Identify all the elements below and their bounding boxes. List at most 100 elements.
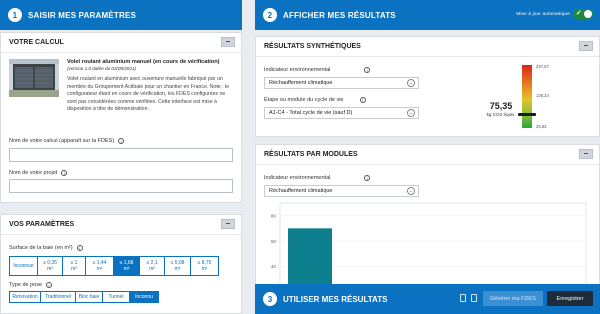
bay-option[interactable]: Inconnue — [9, 256, 38, 276]
synth-value: 75,35 — [489, 101, 513, 111]
params-title: VOS PARAMÈTRES – — [1, 215, 241, 235]
pose-option[interactable]: Tunnel — [102, 291, 130, 303]
pose-type-selector: Rénovation Traditionnel Bloc baie Tunnel Inc… — [9, 291, 159, 303]
bay-option-unit: m² — [96, 266, 103, 272]
info-icon[interactable]: i — [76, 245, 83, 251]
bay-option-unit: m² — [174, 266, 181, 272]
synth-stage-value: A1-C4 - Total cycle de vie (sauf D) — [269, 110, 353, 116]
bay-option[interactable]: ≤ 1,44 m² — [85, 256, 114, 276]
chevron-down-icon: ⌄ — [407, 187, 415, 195]
project-name-label: Nom de votre projet i — [9, 170, 68, 176]
step1-header: 1 SAISIR MES PARAMÈTRES — [0, 0, 242, 30]
calc-name-input[interactable] — [9, 148, 233, 162]
calc-name-label: Nom de votre calcul (apparaît sur la FDE… — [9, 138, 125, 144]
modules-collapse-button[interactable]: – — [579, 149, 593, 159]
step3-number: 3 — [263, 292, 277, 306]
params-collapse-button[interactable]: – — [221, 219, 235, 229]
document-lock-icon[interactable] — [471, 294, 477, 302]
synth-title-text: RÉSULTATS SYNTHÉTIQUES — [264, 43, 361, 50]
pose-label-text: Type de pose — [9, 282, 43, 288]
bay-label-text: Surface de la baie (en m²) — [9, 245, 73, 251]
info-icon[interactable]: i — [359, 97, 366, 103]
bay-option[interactable]: ≤ 2,1 m² — [139, 256, 165, 276]
bay-option[interactable]: ≤ 5,08 m² — [164, 256, 191, 276]
synth-indicator-label: Indicateur environnemental i — [264, 67, 371, 73]
bay-option-unit: m² — [71, 266, 77, 272]
modules-indicator-value: Réchauffement climatique — [269, 188, 333, 194]
bay-surface-selector: Inconnue ≤ 0,35 m² ≤ 1 m² ≤ 1,44 m² ≤ 1,68 m² ≤ 2… — [9, 256, 219, 276]
synth-card: RÉSULTATS SYNTHÉTIQUES – Indicateur envi… — [255, 36, 600, 137]
project-name-input[interactable] — [9, 179, 233, 193]
step3-bar: 3 UTILISER MES RÉSULTATS Générer ma FDES… — [255, 284, 600, 314]
modules-indicator-select[interactable]: Réchauffement climatique ⌄ — [264, 185, 419, 197]
product-info: Volet roulant aluminium manuel (en cours… — [67, 59, 235, 114]
y-tick-label: 80 — [271, 213, 277, 218]
calc-collapse-button[interactable]: – — [221, 37, 235, 47]
pose-option[interactable]: Inconnu — [129, 291, 159, 303]
check-icon: ✓ — [575, 10, 582, 17]
params-title-text: VOS PARAMÈTRES — [9, 221, 75, 228]
bay-option-unit: m² — [123, 266, 130, 272]
info-icon[interactable]: i — [364, 67, 371, 73]
step2-title: AFFICHER MES RÉSULTATS — [283, 10, 396, 20]
bay-option[interactable]: ≤ 1 m² — [62, 256, 86, 276]
modules-indicator-label-text: Indicateur environnemental — [264, 175, 331, 181]
synth-indicator-select[interactable]: Réchauffement climatique ⌄ — [264, 77, 419, 89]
pose-option[interactable]: Rénovation — [9, 291, 41, 303]
chevron-down-icon: ⌄ — [407, 79, 415, 87]
calc-name-label-text: Nom de votre calcul (apparaît sur la FDE… — [9, 138, 115, 144]
info-icon[interactable]: i — [364, 175, 371, 181]
bay-option-value: Inconnue — [13, 263, 34, 269]
gauge-top-label: 237,57 — [536, 64, 549, 69]
synth-stage-label-text: Étape ou module du cycle de vie — [264, 97, 344, 103]
modules-title-text: RÉSULTATS PAR MODULES — [264, 151, 358, 158]
chevron-down-icon: ⌄ — [407, 109, 415, 117]
product-image — [9, 59, 59, 97]
info-icon[interactable]: i — [46, 282, 53, 288]
auto-update-label: Mise à jour automatique — [516, 11, 570, 16]
synth-collapse-button[interactable]: – — [579, 41, 593, 51]
step1-title: SAISIR MES PARAMÈTRES — [28, 10, 137, 20]
params-card: VOS PARAMÈTRES – Surface de la baie (en … — [0, 214, 242, 314]
product-description: Volet roulant en aluminium avec ouvertur… — [67, 76, 230, 112]
step2-number: 2 — [263, 8, 277, 22]
gauge-marker — [518, 112, 536, 116]
pose-label: Type de pose i — [9, 282, 53, 288]
synth-stage-select[interactable]: A1-C4 - Total cycle de vie (sauf D) ⌄ — [264, 107, 419, 119]
document-icon[interactable] — [460, 294, 466, 302]
pose-option[interactable]: Traditionnel — [40, 291, 76, 303]
gauge-bottom-label: 29,63 — [536, 124, 547, 129]
info-icon[interactable]: i — [61, 170, 68, 176]
pose-option[interactable]: Bloc baie — [75, 291, 103, 303]
y-tick-label: 40 — [271, 264, 277, 269]
step2-header: 2 AFFICHER MES RÉSULTATS Mise à jour aut… — [255, 0, 600, 30]
synth-indicator-value: Réchauffement climatique — [269, 80, 333, 86]
synth-indicator-label-text: Indicateur environnemental — [264, 67, 331, 73]
info-icon[interactable]: i — [118, 138, 125, 144]
synth-title: RÉSULTATS SYNTHÉTIQUES – — [256, 37, 599, 57]
right-column: 2 AFFICHER MES RÉSULTATS Mise à jour aut… — [255, 0, 600, 314]
bay-option-unit: m² — [201, 266, 208, 272]
modules-indicator-label: Indicateur environnemental i — [264, 175, 371, 181]
project-name-label-text: Nom de votre projet — [9, 170, 58, 176]
product-version: (version 1.0 datée du 03/09/2021) — [67, 66, 136, 71]
calc-card: VOTRE CALCUL – Volet roulant aluminium m… — [0, 32, 242, 203]
calc-title: VOTRE CALCUL – — [1, 33, 241, 53]
save-button[interactable]: Enregistrer — [547, 291, 593, 306]
left-column: 1 SAISIR MES PARAMÈTRES VOTRE CALCUL – V… — [0, 0, 242, 314]
gauge-mid-label: 126,24 — [536, 93, 549, 98]
bay-option[interactable]: ≤ 8,75 m² — [190, 256, 219, 276]
modules-title: RÉSULTATS PAR MODULES – — [256, 145, 599, 165]
product-title: Volet roulant aluminium manuel (en cours… — [67, 59, 220, 65]
synth-stage-label: Étape ou module du cycle de vie i — [264, 97, 366, 103]
bay-option[interactable]: ≤ 1,68 m² — [113, 256, 140, 276]
bay-label: Surface de la baie (en m²) i — [9, 245, 83, 251]
step1-number: 1 — [8, 8, 22, 22]
product-photo — [9, 59, 59, 97]
bay-option[interactable]: ≤ 0,35 m² — [37, 256, 63, 276]
step3-title: UTILISER MES RÉSULTATS — [283, 294, 388, 304]
y-tick-label: 60 — [271, 239, 277, 244]
generate-fdes-button[interactable]: Générer ma FDES — [483, 291, 543, 306]
co2-gauge — [518, 65, 536, 128]
calc-title-text: VOTRE CALCUL — [9, 39, 64, 46]
